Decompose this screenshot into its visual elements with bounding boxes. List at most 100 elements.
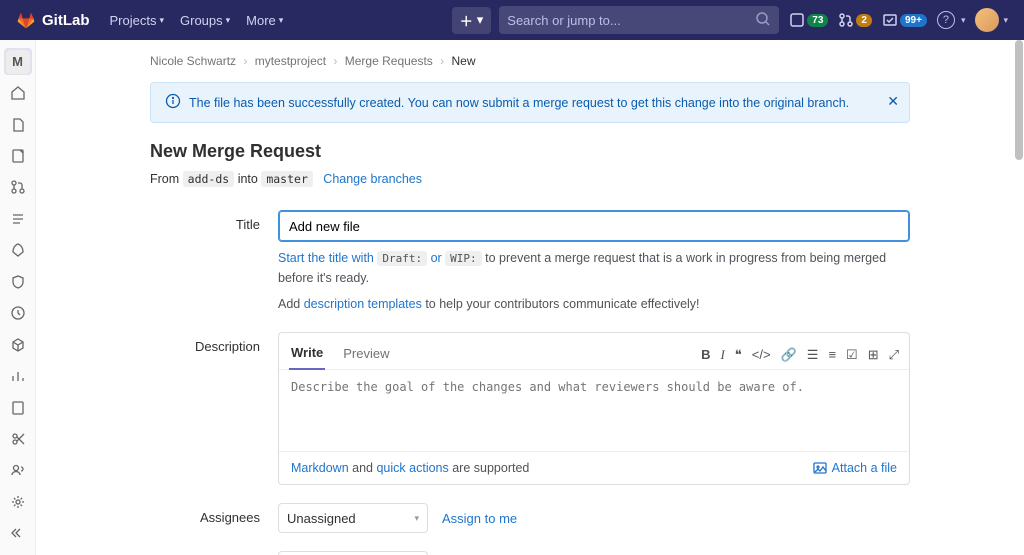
todos-counter[interactable]: 99+: [882, 12, 927, 28]
sidebar-cicd[interactable]: [4, 237, 32, 264]
content-area: Nicole Schwartz › mytestproject › Merge …: [36, 40, 1024, 555]
nav-projects[interactable]: Projects▾: [102, 13, 173, 28]
sidebar-repository[interactable]: [4, 111, 32, 138]
assign-to-me-link[interactable]: Assign to me: [442, 511, 517, 526]
sidebar-home[interactable]: [4, 79, 32, 106]
markdown-link[interactable]: Markdown: [291, 461, 349, 475]
sidebar-issues[interactable]: [4, 142, 32, 169]
merge-request-icon: [838, 12, 854, 28]
issues-icon: [10, 148, 26, 164]
project-sidebar: M: [0, 40, 36, 555]
breadcrumb: Nicole Schwartz › mytestproject › Merge …: [150, 54, 910, 68]
chevron-down-icon: ▾: [1003, 15, 1008, 26]
number-list-icon[interactable]: ≡: [828, 347, 836, 363]
title-hint-link[interactable]: Start the title with: [278, 251, 377, 265]
title-label: Title: [150, 210, 278, 314]
book-icon: [10, 400, 26, 416]
sidebar-operations[interactable]: [4, 300, 32, 327]
tab-write[interactable]: Write: [289, 341, 325, 370]
fullscreen-icon[interactable]: ⤢: [889, 347, 899, 363]
description-editor: Write Preview B I ❝ </> 🔗 ☰ ≡ ☑: [278, 332, 910, 485]
nav-menu: Projects▾ Groups▾ More▾: [102, 13, 292, 28]
breadcrumb-project[interactable]: mytestproject: [255, 54, 326, 68]
attach-file-button[interactable]: Attach a file: [812, 460, 897, 476]
scrollbar[interactable]: [1014, 40, 1024, 555]
sidebar-wiki[interactable]: [4, 394, 32, 421]
image-icon: [812, 460, 828, 476]
scissors-icon: [10, 431, 26, 447]
search-input[interactable]: [507, 13, 755, 28]
top-nav: GitLab Projects▾ Groups▾ More▾ ＋▾ 73 2 9…: [0, 0, 1024, 40]
users-icon: [10, 462, 26, 478]
avatar[interactable]: [975, 8, 999, 32]
breadcrumb-current: New: [452, 54, 476, 68]
sidebar-security[interactable]: [4, 268, 32, 295]
shield-icon: [10, 274, 26, 290]
source-branch: add-ds: [183, 171, 235, 187]
alert-close-button[interactable]: ✕: [887, 93, 899, 110]
task-list-icon[interactable]: ☑: [846, 347, 858, 363]
title-input[interactable]: [278, 210, 910, 242]
bullet-list-icon[interactable]: ☰: [807, 347, 819, 363]
page-title: New Merge Request: [150, 141, 910, 162]
bold-icon[interactable]: B: [701, 347, 710, 363]
chart-icon: [10, 368, 26, 384]
tab-preview[interactable]: Preview: [341, 342, 391, 369]
rocket-icon: [10, 242, 26, 258]
description-textarea[interactable]: [279, 370, 909, 448]
plus-icon: ＋: [460, 11, 473, 30]
chevron-down-icon: ▾: [279, 15, 284, 26]
sidebar-requirements[interactable]: [4, 205, 32, 232]
sidebar-packages[interactable]: [4, 331, 32, 358]
sidebar-snippets[interactable]: [4, 425, 32, 452]
package-icon: [10, 337, 26, 353]
todos-icon: [882, 12, 898, 28]
milestone-label: Milestone: [150, 551, 278, 555]
gitlab-logo[interactable]: GitLab: [16, 10, 90, 30]
operations-icon: [10, 305, 26, 321]
issues-counter[interactable]: 73: [789, 12, 828, 28]
sidebar-collapse[interactable]: [4, 520, 32, 547]
quick-actions-link[interactable]: quick actions: [376, 461, 448, 475]
global-search[interactable]: [499, 6, 779, 34]
breadcrumb-owner[interactable]: Nicole Schwartz: [150, 54, 236, 68]
chevron-down-icon: ▾: [477, 12, 484, 28]
success-alert: The file has been successfully created. …: [150, 82, 910, 123]
search-icon: [755, 11, 771, 30]
assignees-select[interactable]: Unassigned ▾: [278, 503, 428, 533]
milestone-select[interactable]: Milestone ▾: [278, 551, 428, 555]
merge-request-icon: [10, 179, 26, 195]
tanuki-icon: [16, 10, 36, 30]
chevron-down-icon: ▾: [159, 15, 164, 26]
new-dropdown[interactable]: ＋▾: [452, 7, 492, 34]
link-icon[interactable]: 🔗: [781, 347, 797, 363]
nav-groups[interactable]: Groups▾: [172, 13, 238, 28]
sidebar-merge-requests[interactable]: [4, 174, 32, 201]
chevron-down-icon: ▾: [226, 15, 231, 26]
info-icon: [165, 93, 181, 112]
alert-text: The file has been successfully created. …: [189, 96, 849, 110]
description-templates-link[interactable]: description templates: [304, 297, 422, 311]
mr-counter[interactable]: 2: [838, 12, 872, 28]
change-branches-link[interactable]: Change branches: [323, 172, 422, 186]
sidebar-members[interactable]: [4, 457, 32, 484]
md-toolbar: B I ❝ </> 🔗 ☰ ≡ ☑ ⊞ ⤢: [701, 347, 899, 363]
scrollbar-thumb[interactable]: [1015, 40, 1023, 160]
sidebar-project[interactable]: M: [4, 48, 32, 75]
sidebar-settings[interactable]: [4, 488, 32, 515]
nav-more[interactable]: More▾: [238, 13, 291, 28]
sidebar-analytics[interactable]: [4, 362, 32, 389]
gear-icon: [10, 494, 26, 510]
italic-icon[interactable]: I: [720, 347, 724, 363]
issues-icon: [789, 12, 805, 28]
breadcrumb-section[interactable]: Merge Requests: [345, 54, 433, 68]
code-icon[interactable]: </>: [752, 347, 771, 363]
list-icon: [10, 211, 26, 227]
help-button[interactable]: ?: [937, 11, 955, 29]
home-icon: [10, 85, 26, 101]
chevron-down-icon: ▾: [961, 15, 966, 26]
quote-icon[interactable]: ❝: [735, 347, 742, 363]
table-icon[interactable]: ⊞: [868, 347, 879, 363]
branch-info: From add-ds into master Change branches: [150, 172, 910, 186]
chevron-down-icon: ▾: [414, 513, 419, 524]
